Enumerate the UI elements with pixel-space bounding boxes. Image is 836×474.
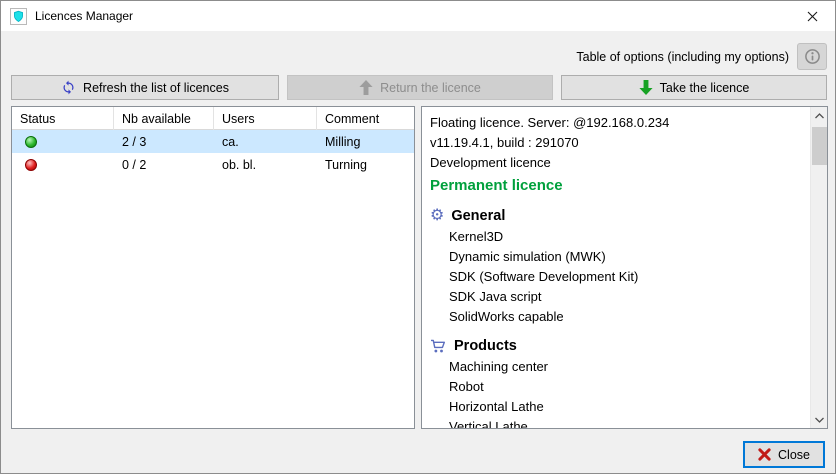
products-section-title: Products (454, 338, 517, 354)
gear-icon: ⚙ (430, 208, 444, 224)
info-icon (804, 48, 821, 65)
licence-details-content: Floating licence. Server: @192.168.0.234… (422, 107, 810, 428)
permanent-licence-label: Permanent licence (430, 175, 810, 197)
status-green-icon (25, 136, 37, 148)
cell-comment: Milling (317, 130, 414, 153)
cart-icon (430, 339, 447, 354)
list-item: Kernel3D (430, 227, 810, 247)
table-row[interactable]: 2 / 3 ca. Milling (12, 130, 414, 153)
general-section-title: General (451, 208, 505, 224)
server-line: Floating licence. Server: @192.168.0.234 (430, 113, 810, 133)
options-row: Table of options (including my options) (576, 43, 827, 70)
arrow-down-icon (639, 80, 653, 95)
refresh-icon (61, 80, 76, 95)
column-header-comment[interactable]: Comment (317, 107, 414, 130)
close-button[interactable]: Close (743, 441, 825, 468)
scrollbar-thumb[interactable] (812, 127, 827, 165)
arrow-up-icon (359, 80, 373, 95)
list-item: Robot (430, 377, 810, 397)
info-button[interactable] (797, 43, 827, 70)
table-row[interactable]: 0 / 2 ob. bl. Turning (12, 153, 414, 176)
general-section: ⚙ General Kernel3D Dynamic simulation (M… (430, 205, 810, 327)
status-red-icon (25, 159, 37, 171)
titlebar: Licences Manager (1, 1, 835, 31)
licence-details-panel: Floating licence. Server: @192.168.0.234… (421, 106, 828, 429)
options-label: Table of options (including my options) (576, 50, 789, 64)
licence-type-line: Development licence (430, 153, 810, 173)
return-button-label: Return the licence (380, 81, 481, 95)
version-line: v11.19.4.1, build : 291070 (430, 133, 810, 153)
list-item: Machining center (430, 357, 810, 377)
licences-table: Status Nb available Users Comment 2 / 3 … (11, 106, 415, 429)
products-section: Products Machining center Robot Horizont… (430, 335, 810, 428)
shield-icon (12, 10, 25, 23)
take-button-label: Take the licence (660, 81, 750, 95)
column-header-status[interactable]: Status (12, 107, 114, 130)
details-scrollbar[interactable] (810, 107, 827, 428)
refresh-button-label: Refresh the list of licences (83, 81, 229, 95)
column-header-nb-available[interactable]: Nb available (114, 107, 214, 130)
refresh-licences-button[interactable]: Refresh the list of licences (11, 75, 279, 100)
cell-nb-available: 2 / 3 (114, 130, 214, 153)
scroll-down-icon[interactable] (811, 411, 828, 428)
list-item: Vertical Lathe (430, 417, 810, 428)
app-icon (10, 8, 27, 25)
list-item: SolidWorks capable (430, 307, 810, 327)
list-item: SDK (Software Development Kit) (430, 267, 810, 287)
column-header-users[interactable]: Users (214, 107, 317, 130)
scroll-up-icon[interactable] (811, 107, 828, 124)
window-close-icon[interactable] (790, 1, 835, 31)
licences-manager-dialog: Licences Manager Table of options (inclu… (0, 0, 836, 474)
list-item: SDK Java script (430, 287, 810, 307)
red-x-icon (758, 448, 771, 461)
table-header: Status Nb available Users Comment (12, 107, 414, 130)
cell-users: ob. bl. (214, 153, 317, 176)
cell-nb-available: 0 / 2 (114, 153, 214, 176)
window-title: Licences Manager (35, 9, 133, 23)
cell-comment: Turning (317, 153, 414, 176)
take-licence-button[interactable]: Take the licence (561, 75, 827, 100)
cell-users: ca. (214, 130, 317, 153)
return-licence-button[interactable]: Return the licence (287, 75, 553, 100)
list-item: Dynamic simulation (MWK) (430, 247, 810, 267)
list-item: Horizontal Lathe (430, 397, 810, 417)
close-button-label: Close (778, 448, 810, 462)
